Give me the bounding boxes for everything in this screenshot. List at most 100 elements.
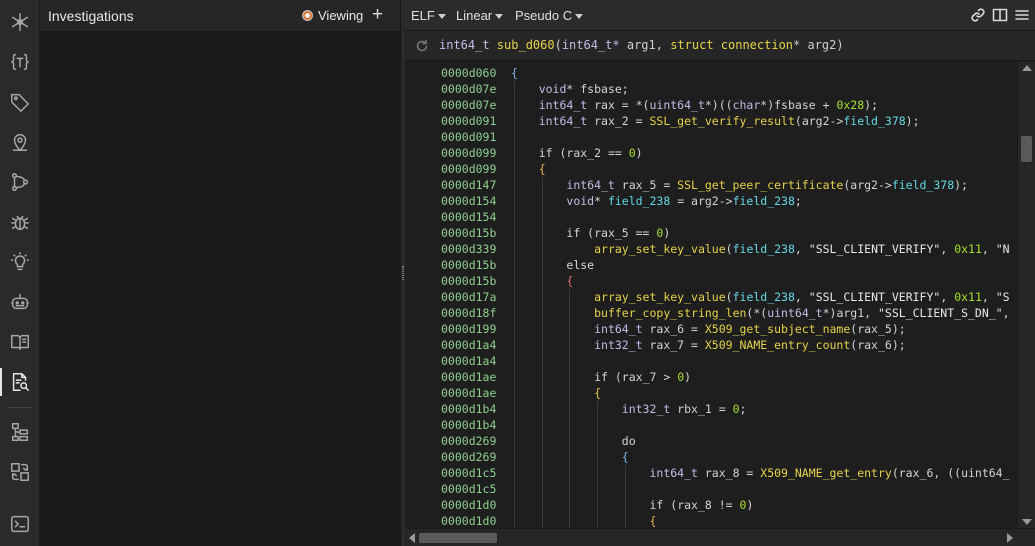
horizontal-scrollbar[interactable] [405,528,1035,546]
investigation-icon[interactable] [0,362,40,402]
line-address[interactable]: 0000d154 [441,209,496,225]
location-icon[interactable] [0,122,40,162]
function-signature-bar: int64_t sub_d060(int64_t* arg1, struct c… [405,31,1035,61]
code-line[interactable]: 0000d1d0 if (rax_8 != 0) [405,497,1017,513]
link-icon[interactable] [970,7,986,23]
decompiled-code-view[interactable]: 0000d060 {0000d07e void* fsbase; 0000d07e … [405,62,1017,528]
investigations-header: Investigations Viewing + [40,0,400,32]
function-signature[interactable]: int64_t sub_d060(int64_t* arg1, struct c… [439,38,844,52]
code-line[interactable]: 0000d1a4 int32_t rax_7 = X509_NAME_entry… [405,337,1017,353]
code-line[interactable]: 0000d099 { [405,161,1017,177]
code-line[interactable]: 0000d269 do [405,433,1017,449]
line-text: void* fsbase; [538,82,629,96]
tags-icon[interactable] [0,82,40,122]
code-line[interactable]: 0000d07e void* fsbase; [405,81,1017,97]
line-address[interactable]: 0000d269 [441,433,496,449]
bug-icon[interactable] [0,202,40,242]
code-line[interactable]: 0000d1b4 int32_t rbx_1 = 0; [405,401,1017,417]
indent-guide [541,177,543,528]
code-line[interactable]: 0000d1a4 [405,353,1017,369]
terminal-icon[interactable] [0,504,40,544]
code-line[interactable]: 0000d154 void* field_238 = arg2->field_2… [405,193,1017,209]
chevron-down-icon [495,13,504,19]
line-address[interactable]: 0000d1b4 [441,417,496,433]
line-address[interactable]: 0000d1d0 [441,497,496,513]
line-address[interactable]: 0000d1b4 [441,401,496,417]
viewing-toggle[interactable]: Viewing [302,8,363,23]
code-line[interactable]: 0000d15b else [405,257,1017,273]
code-line[interactable]: 0000d1ae { [405,385,1017,401]
line-text: int64_t rax = *(uint64_t*)((char*)fsbase… [538,98,879,112]
scroll-left-icon[interactable] [409,533,415,543]
code-line[interactable]: 0000d091 int64_t rax_2 = SSL_get_verify_… [405,113,1017,129]
line-address[interactable]: 0000d17a [441,289,496,305]
line-address[interactable]: 0000d099 [441,161,496,177]
code-line[interactable]: 0000d07e int64_t rax = *(uint64_t*)((cha… [405,97,1017,113]
line-address[interactable]: 0000d147 [441,177,496,193]
robot-icon[interactable] [0,282,40,322]
types-icon[interactable] [0,42,40,82]
code-line[interactable]: 0000d099 if (rax_2 == 0) [405,145,1017,161]
line-address[interactable]: 0000d1a4 [441,337,496,353]
code-line[interactable]: 0000d18f buffer_copy_string_len(*(uint64… [405,305,1017,321]
code-line[interactable]: 0000d339 array_set_key_value(field_238, … [405,241,1017,257]
line-address[interactable]: 0000d1c5 [441,481,496,497]
code-line[interactable]: 0000d17a array_set_key_value(field_238, … [405,289,1017,305]
line-address[interactable]: 0000d269 [441,449,496,465]
horizontal-scroll-thumb[interactable] [419,533,497,543]
language-dropdown[interactable]: Pseudo C [515,8,584,23]
code-line[interactable]: 0000d1ae if (rax_7 > 0) [405,369,1017,385]
line-address[interactable]: 0000d1ae [441,385,496,401]
line-address[interactable]: 0000d07e [441,81,496,97]
compare-icon[interactable] [0,452,40,492]
split-view-icon[interactable] [992,7,1008,23]
indent-guide [597,401,599,528]
line-address[interactable]: 0000d07e [441,97,496,113]
viewing-label: Viewing [318,8,364,23]
code-line[interactable]: 0000d269 { [405,449,1017,465]
splitter-grip[interactable] [402,266,404,280]
add-investigation-button[interactable]: + [372,4,383,26]
line-address[interactable]: 0000d091 [441,129,496,145]
line-address[interactable]: 0000d099 [441,145,496,161]
refresh-icon[interactable] [415,39,429,53]
code-line[interactable]: 0000d1c5 [405,481,1017,497]
book-icon[interactable] [0,322,40,362]
line-address[interactable]: 0000d339 [441,241,496,257]
git-branch-icon[interactable] [0,162,40,202]
layout-dropdown[interactable]: Linear [456,8,504,23]
code-line[interactable]: 0000d15b { [405,273,1017,289]
code-line[interactable]: 0000d199 int64_t rax_6 = X509_get_subjec… [405,321,1017,337]
hierarchy-icon[interactable] [0,412,40,452]
line-address[interactable]: 0000d15b [441,257,496,273]
code-line[interactable]: 0000d15b if (rax_5 == 0) [405,225,1017,241]
eye-icon [302,10,313,21]
line-address[interactable]: 0000d1a4 [441,353,496,369]
line-address[interactable]: 0000d199 [441,321,496,337]
vertical-scrollbar[interactable] [1017,62,1035,528]
line-address[interactable]: 0000d15b [441,273,496,289]
line-address[interactable]: 0000d18f [441,305,496,321]
line-address[interactable]: 0000d1ae [441,369,496,385]
menu-icon[interactable] [1014,7,1030,23]
graph-icon[interactable] [0,2,40,42]
code-line[interactable]: 0000d154 [405,209,1017,225]
line-address[interactable]: 0000d060 [441,65,496,81]
lightbulb-icon[interactable] [0,242,40,282]
scroll-up-icon[interactable] [1022,65,1032,71]
code-line[interactable]: 0000d060 { [405,65,1017,81]
line-address[interactable]: 0000d1c5 [441,465,496,481]
view-type-dropdown[interactable]: ELF [411,8,446,23]
line-address[interactable]: 0000d1d0 [441,513,496,528]
scroll-right-icon[interactable] [1007,533,1013,543]
code-line[interactable]: 0000d091 [405,129,1017,145]
code-line[interactable]: 0000d1c5 int64_t rax_8 = X509_NAME_get_e… [405,465,1017,481]
line-address[interactable]: 0000d091 [441,113,496,129]
vertical-scroll-thumb[interactable] [1021,136,1032,162]
line-address[interactable]: 0000d154 [441,193,496,209]
line-address[interactable]: 0000d15b [441,225,496,241]
code-line[interactable]: 0000d1d0 { [405,513,1017,528]
code-line[interactable]: 0000d147 int64_t rax_5 = SSL_get_peer_ce… [405,177,1017,193]
scroll-down-icon[interactable] [1022,519,1032,525]
code-line[interactable]: 0000d1b4 [405,417,1017,433]
